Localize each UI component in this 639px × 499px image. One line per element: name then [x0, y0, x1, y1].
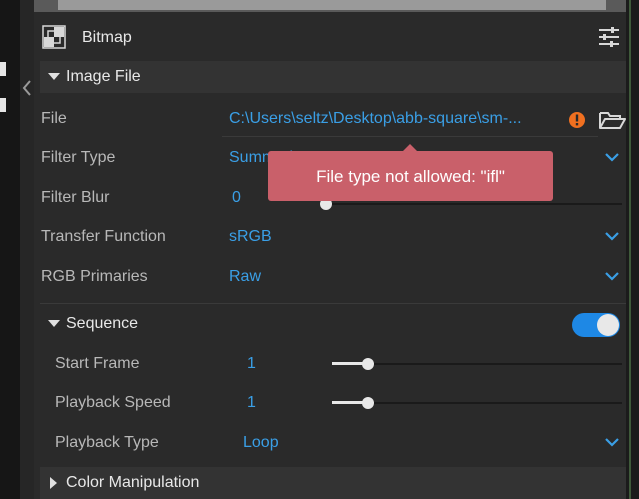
- tooltip-text: File type not allowed: "ifl": [316, 167, 505, 186]
- file-field-underline: [222, 136, 598, 137]
- properties-panel: Bitmap Image File File C:\Users\seltz\De…: [34, 12, 626, 499]
- playback-type-select[interactable]: Loop: [243, 434, 279, 452]
- section-sequence[interactable]: Sequence: [40, 306, 626, 340]
- sidebar-marker: [0, 98, 6, 112]
- playback-type-label: Playback Type: [55, 434, 159, 451]
- file-row: File C:\Users\seltz\Desktop\abb-square\s…: [40, 100, 626, 138]
- playback-speed-value[interactable]: 1: [247, 394, 256, 412]
- section-label: Color Manipulation: [66, 474, 200, 491]
- section-label: Image File: [66, 68, 141, 85]
- rgb-primaries-label: RGB Primaries: [41, 268, 148, 285]
- section-label: Sequence: [66, 315, 139, 332]
- slider-knob[interactable]: [362, 397, 374, 409]
- start-frame-label: Start Frame: [55, 355, 140, 372]
- section-color-manipulation[interactable]: Color Manipulation: [40, 467, 626, 499]
- slider-knob[interactable]: [362, 358, 374, 370]
- start-frame-slider[interactable]: [332, 357, 622, 371]
- expand-triangle-icon: [50, 477, 57, 489]
- filter-type-label: Filter Type: [41, 149, 116, 166]
- transfer-function-label: Transfer Function: [41, 228, 166, 245]
- section-image-file[interactable]: Image File: [40, 61, 626, 93]
- chevron-down-icon[interactable]: [604, 151, 620, 163]
- filter-blur-value[interactable]: 0: [232, 189, 241, 207]
- bitmap-icon: [42, 25, 66, 49]
- left-sidebar-strip: [0, 0, 20, 499]
- collapse-gutter: [20, 0, 34, 499]
- transfer-function-row: Transfer Function sRGB: [40, 218, 626, 256]
- section-divider: [40, 303, 626, 304]
- playback-speed-slider[interactable]: [332, 396, 622, 410]
- playback-type-row: Playback Type Loop: [40, 424, 626, 462]
- chevron-down-icon[interactable]: [604, 270, 620, 282]
- collapse-triangle-icon: [48, 320, 60, 327]
- error-tooltip: File type not allowed: "ifl": [268, 144, 553, 201]
- playback-speed-label: Playback Speed: [55, 394, 171, 411]
- preview-image: [34, 0, 626, 12]
- chevron-down-icon[interactable]: [604, 230, 620, 242]
- warning-icon[interactable]: [568, 111, 586, 129]
- file-path-field[interactable]: C:\Users\seltz\Desktop\abb-square\sm-...: [229, 110, 522, 128]
- rgb-primaries-select[interactable]: Raw: [229, 268, 261, 286]
- collapse-triangle-icon: [48, 73, 60, 80]
- panel-title: Bitmap: [82, 29, 132, 46]
- rgb-primaries-row: RGB Primaries Raw: [40, 258, 626, 296]
- folder-open-icon[interactable]: [598, 108, 626, 132]
- sidebar-marker: [0, 62, 6, 76]
- transfer-function-select[interactable]: sRGB: [229, 228, 272, 246]
- sequence-toggle[interactable]: [572, 313, 620, 337]
- start-frame-value[interactable]: 1: [247, 355, 256, 373]
- panel-header: Bitmap: [34, 12, 626, 54]
- chevron-down-icon[interactable]: [604, 436, 620, 448]
- filter-blur-label: Filter Blur: [41, 189, 110, 206]
- right-edge: [626, 0, 639, 499]
- tooltip-arrow: [402, 144, 418, 152]
- settings-sliders-icon[interactable]: [598, 26, 620, 48]
- file-label: File: [41, 110, 67, 127]
- chevron-left-icon[interactable]: [21, 78, 33, 98]
